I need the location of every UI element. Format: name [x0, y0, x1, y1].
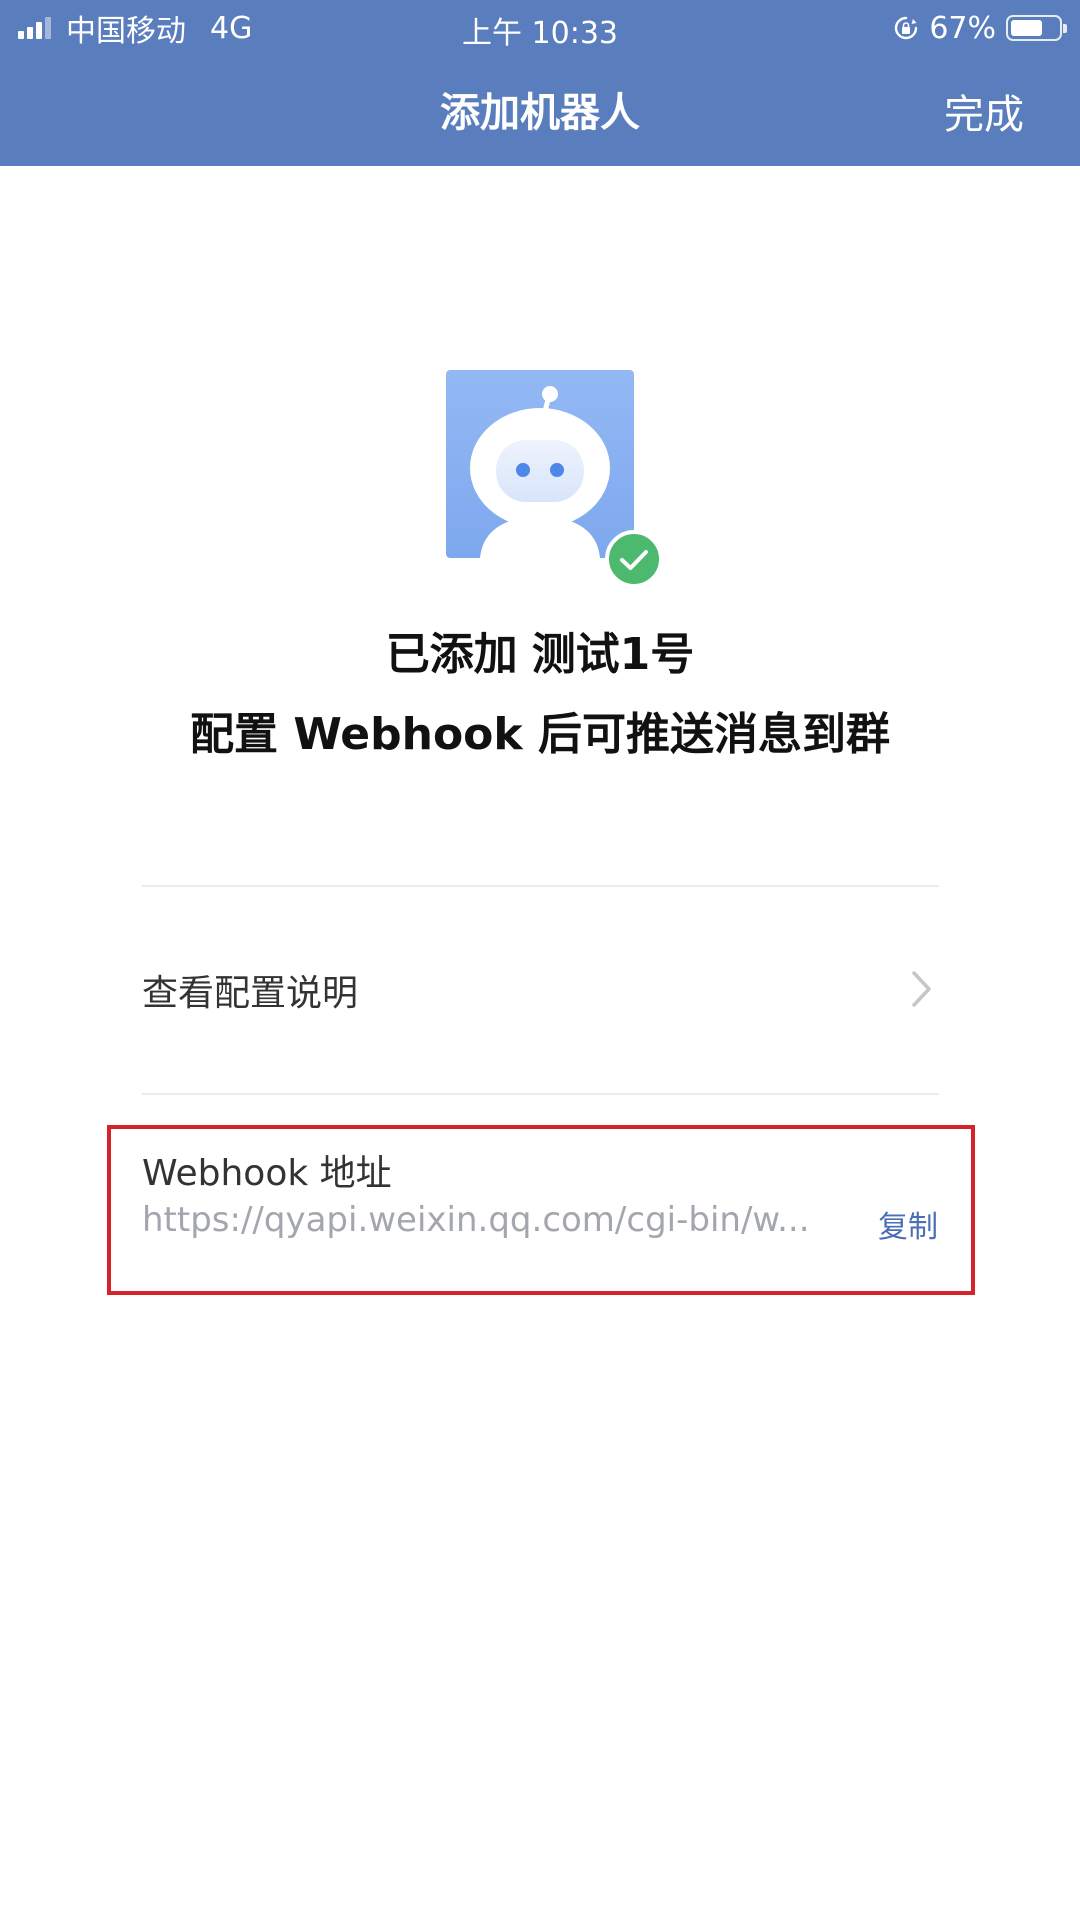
divider-bottom: [142, 1093, 939, 1095]
webhook-url[interactable]: https://qyapi.weixin.qq.com/cgi-bin/w...: [142, 1200, 842, 1240]
webhook-title: Webhook 地址: [142, 1153, 392, 1194]
battery-cap: [1063, 24, 1067, 33]
page-title: 添加机器人: [440, 90, 640, 136]
config-guide-label: 查看配置说明: [142, 973, 359, 1014]
chevron-right-icon: [912, 971, 931, 1007]
webhook-hint: 配置 Webhook 后可推送消息到群: [190, 709, 890, 760]
rotation-lock-icon: [895, 16, 918, 40]
battery-fill: [1011, 20, 1042, 36]
done-button[interactable]: 完成: [944, 82, 1024, 140]
added-prefix: 已添加: [385, 629, 518, 680]
copy-button[interactable]: 复制: [878, 1202, 938, 1246]
status-bar: 中国移动 4G 上午 10:33 67%: [0, 0, 1080, 56]
robot-name: 测试1号: [531, 629, 695, 680]
battery-icon: [1006, 15, 1067, 41]
battery-percentage: 67%: [929, 10, 996, 46]
status-right: 67%: [893, 10, 1067, 46]
config-guide-row[interactable]: 查看配置说明: [142, 886, 939, 1094]
added-status: 已添加 测试1号: [0, 618, 1080, 682]
header: 中国移动 4G 上午 10:33 67% 添加机器人 完成: [0, 0, 1080, 166]
check-badge-icon: [605, 530, 663, 588]
